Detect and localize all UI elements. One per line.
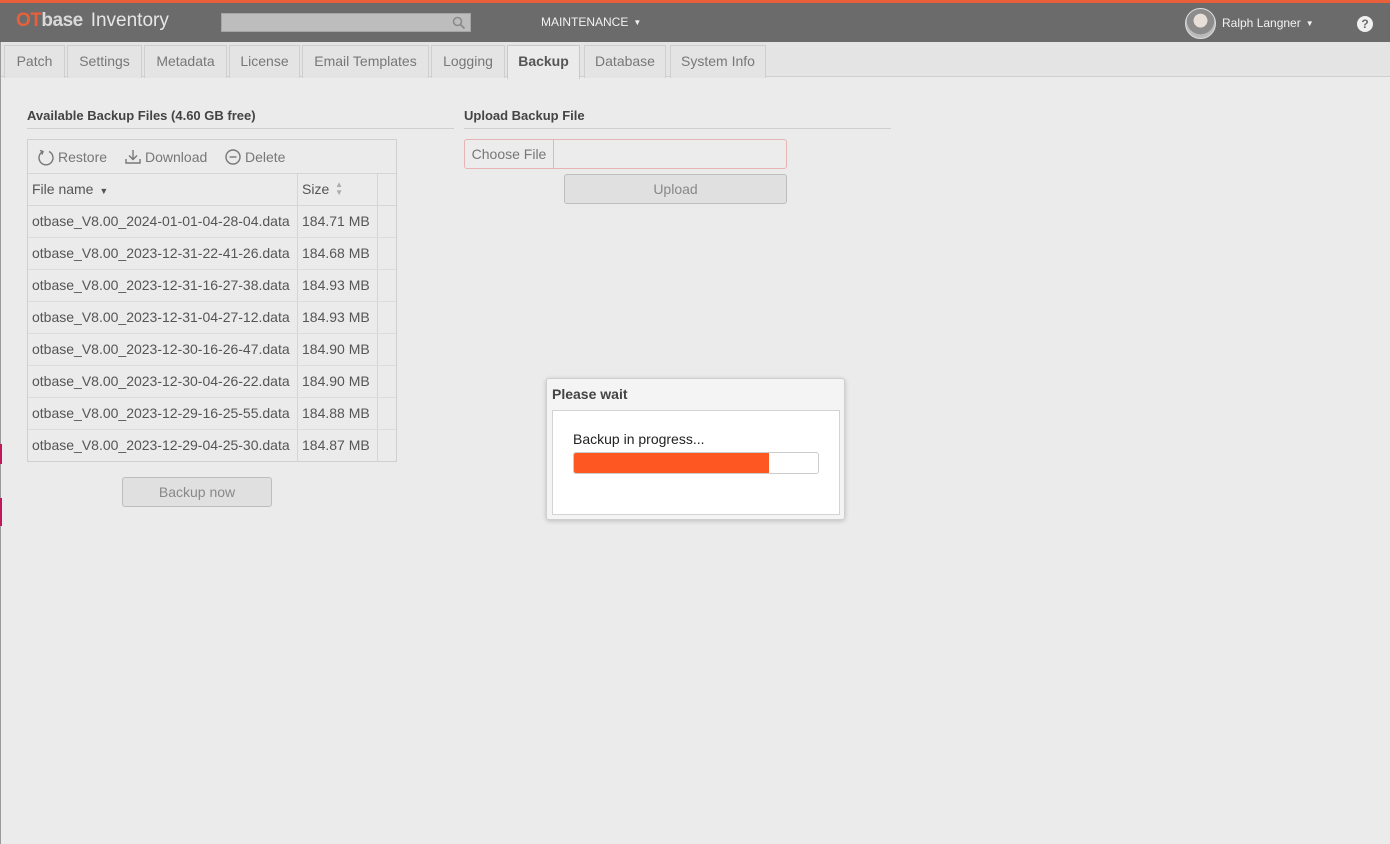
delete-button[interactable]: Delete	[224, 148, 285, 166]
file-size-cell: 184.87 MB	[302, 437, 370, 453]
file-name-cell: otbase_V8.00_2023-12-30-04-26-22.data	[32, 373, 290, 389]
file-name-cell: otbase_V8.00_2024-01-01-04-28-04.data	[32, 213, 290, 229]
file-size-cell: 184.68 MB	[302, 245, 370, 261]
file-size-cell: 184.88 MB	[302, 405, 370, 421]
column-header-file-name[interactable]: File name ▼	[28, 174, 298, 205]
tab-metadata[interactable]: Metadata	[144, 45, 227, 78]
file-size-cell: 184.93 MB	[302, 277, 370, 293]
table-row[interactable]: otbase_V8.00_2023-12-31-04-27-12.data 18…	[28, 302, 396, 334]
user-menu[interactable]: Ralph Langner ▼	[1185, 7, 1314, 39]
file-size-cell: 184.90 MB	[302, 341, 370, 357]
search-icon[interactable]	[452, 16, 466, 30]
table-row[interactable]: otbase_V8.00_2023-12-29-16-25-55.data 18…	[28, 398, 396, 430]
tab-database[interactable]: Database	[584, 45, 666, 78]
file-size-cell: 184.93 MB	[302, 309, 370, 325]
table-header: File name ▼ Size ▲ ▼	[28, 174, 396, 206]
progress-bar	[573, 452, 819, 474]
section-divider	[27, 128, 454, 129]
table-row[interactable]: otbase_V8.00_2023-12-29-04-25-30.data 18…	[28, 430, 396, 462]
file-name-cell: otbase_V8.00_2023-12-31-16-27-38.data	[32, 277, 290, 293]
edge-marker	[0, 444, 2, 464]
delete-label: Delete	[245, 149, 286, 165]
table-row[interactable]: otbase_V8.00_2023-12-31-22-41-26.data 18…	[28, 238, 396, 270]
tab-settings[interactable]: Settings	[67, 45, 142, 78]
file-name-cell: otbase_V8.00_2023-12-31-04-27-12.data	[32, 309, 290, 325]
sort-icon: ▲ ▼	[335, 180, 344, 197]
file-size-cell: 184.71 MB	[302, 213, 370, 229]
tab-license[interactable]: License	[229, 45, 300, 78]
file-name-cell: otbase_V8.00_2023-12-29-04-25-30.data	[32, 437, 290, 453]
upload-title: Upload Backup File	[464, 108, 585, 123]
restore-icon	[38, 149, 54, 166]
file-name-cell: otbase_V8.00_2023-12-30-16-26-47.data	[32, 341, 290, 357]
dialog-title: Please wait	[552, 386, 628, 402]
window-left-border	[0, 0, 1, 844]
user-name: Ralph Langner	[1222, 16, 1301, 30]
avatar	[1185, 7, 1216, 39]
download-button[interactable]: Download	[124, 148, 207, 166]
sort-desc-icon: ▼	[99, 186, 109, 196]
top-navigation-bar: OTbase Inventory MAINTENANCE ▼ Ralph Langn…	[0, 0, 1390, 42]
table-row[interactable]: otbase_V8.00_2023-12-31-16-27-38.data 18…	[28, 270, 396, 302]
search-input[interactable]	[221, 13, 471, 32]
help-icon[interactable]: ?	[1357, 16, 1373, 32]
table-row[interactable]: otbase_V8.00_2023-12-30-16-26-47.data 18…	[28, 334, 396, 366]
tab-logging[interactable]: Logging	[431, 45, 505, 78]
file-name-cell: otbase_V8.00_2023-12-31-22-41-26.data	[32, 245, 290, 261]
progress-bar-fill	[574, 453, 770, 473]
backup-files-table: Restore Download Delete File name ▼ Size…	[27, 139, 397, 462]
chevron-down-icon: ▼	[633, 18, 642, 27]
upload-button[interactable]: Upload	[564, 174, 787, 204]
backup-now-button[interactable]: Backup now	[122, 477, 272, 507]
table-row[interactable]: otbase_V8.00_2024-01-01-04-28-04.data 18…	[28, 206, 396, 238]
download-icon	[125, 150, 141, 164]
column-header-size[interactable]: Size ▲ ▼	[298, 174, 378, 205]
progress-message: Backup in progress...	[573, 431, 705, 447]
table-row[interactable]: otbase_V8.00_2023-12-30-04-26-22.data 18…	[28, 366, 396, 398]
column-header-label: Size	[302, 181, 330, 197]
grid-toolbar: Restore Download Delete	[28, 140, 396, 174]
tab-system-info[interactable]: System Info	[670, 45, 766, 78]
backup-files-title: Available Backup Files (4.60 GB free)	[27, 108, 256, 123]
choose-file-button[interactable]: Choose File	[465, 140, 554, 168]
logo-product-name: Inventory	[90, 10, 169, 31]
dialog-body: Backup in progress...	[552, 410, 840, 515]
restore-label: Restore	[58, 149, 108, 165]
maintenance-menu-label: MAINTENANCE	[541, 15, 629, 29]
section-divider	[464, 128, 891, 129]
column-header-label: File name	[32, 181, 94, 197]
tab-patch[interactable]: Patch	[4, 45, 65, 78]
file-size-cell: 184.90 MB	[302, 373, 370, 389]
maintenance-menu[interactable]: MAINTENANCE ▼	[541, 15, 641, 29]
edge-marker	[0, 498, 2, 526]
please-wait-dialog: Please wait Backup in progress...	[546, 378, 845, 520]
chevron-down-icon: ▼	[1305, 18, 1314, 28]
app-logo[interactable]: OTbase Inventory	[16, 10, 169, 32]
download-label: Download	[145, 149, 208, 165]
tab-backup[interactable]: Backup	[507, 45, 580, 79]
restore-button[interactable]: Restore	[37, 148, 107, 166]
tab-bar: Patch Settings Metadata License Email Te…	[1, 42, 1390, 79]
logo-base: base	[41, 10, 83, 31]
minus-circle-icon	[225, 149, 241, 165]
file-input[interactable]: Choose File	[464, 139, 787, 169]
file-name-cell: otbase_V8.00_2023-12-29-16-25-55.data	[32, 405, 290, 421]
logo-ot: OT	[16, 10, 42, 31]
tab-email-templates[interactable]: Email Templates	[302, 45, 429, 78]
